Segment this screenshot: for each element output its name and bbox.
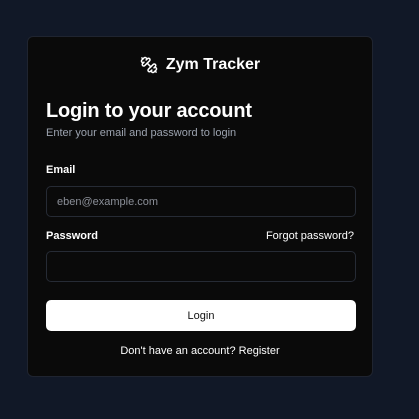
password-label: Password (46, 230, 98, 242)
forgot-password-link[interactable]: Forgot password? (266, 230, 354, 242)
register-link[interactable]: Register (239, 345, 280, 357)
app-name: Zym Tracker (165, 56, 261, 73)
login-button[interactable]: Login (46, 300, 356, 331)
page-subtitle: Enter your email and password to login (46, 127, 237, 139)
register-prompt: Don't have an account? Register (28, 345, 372, 357)
page-title: Login to your account (46, 100, 252, 122)
brand: Zym Tracker (28, 56, 372, 74)
login-card: Zym Tracker Login to your account Enter … (27, 36, 373, 377)
email-field[interactable] (46, 186, 356, 217)
email-label: Email (46, 164, 76, 176)
dumbbell-icon (140, 56, 158, 74)
register-prompt-text: Don't have an account? (120, 345, 236, 357)
password-field[interactable] (46, 251, 356, 282)
